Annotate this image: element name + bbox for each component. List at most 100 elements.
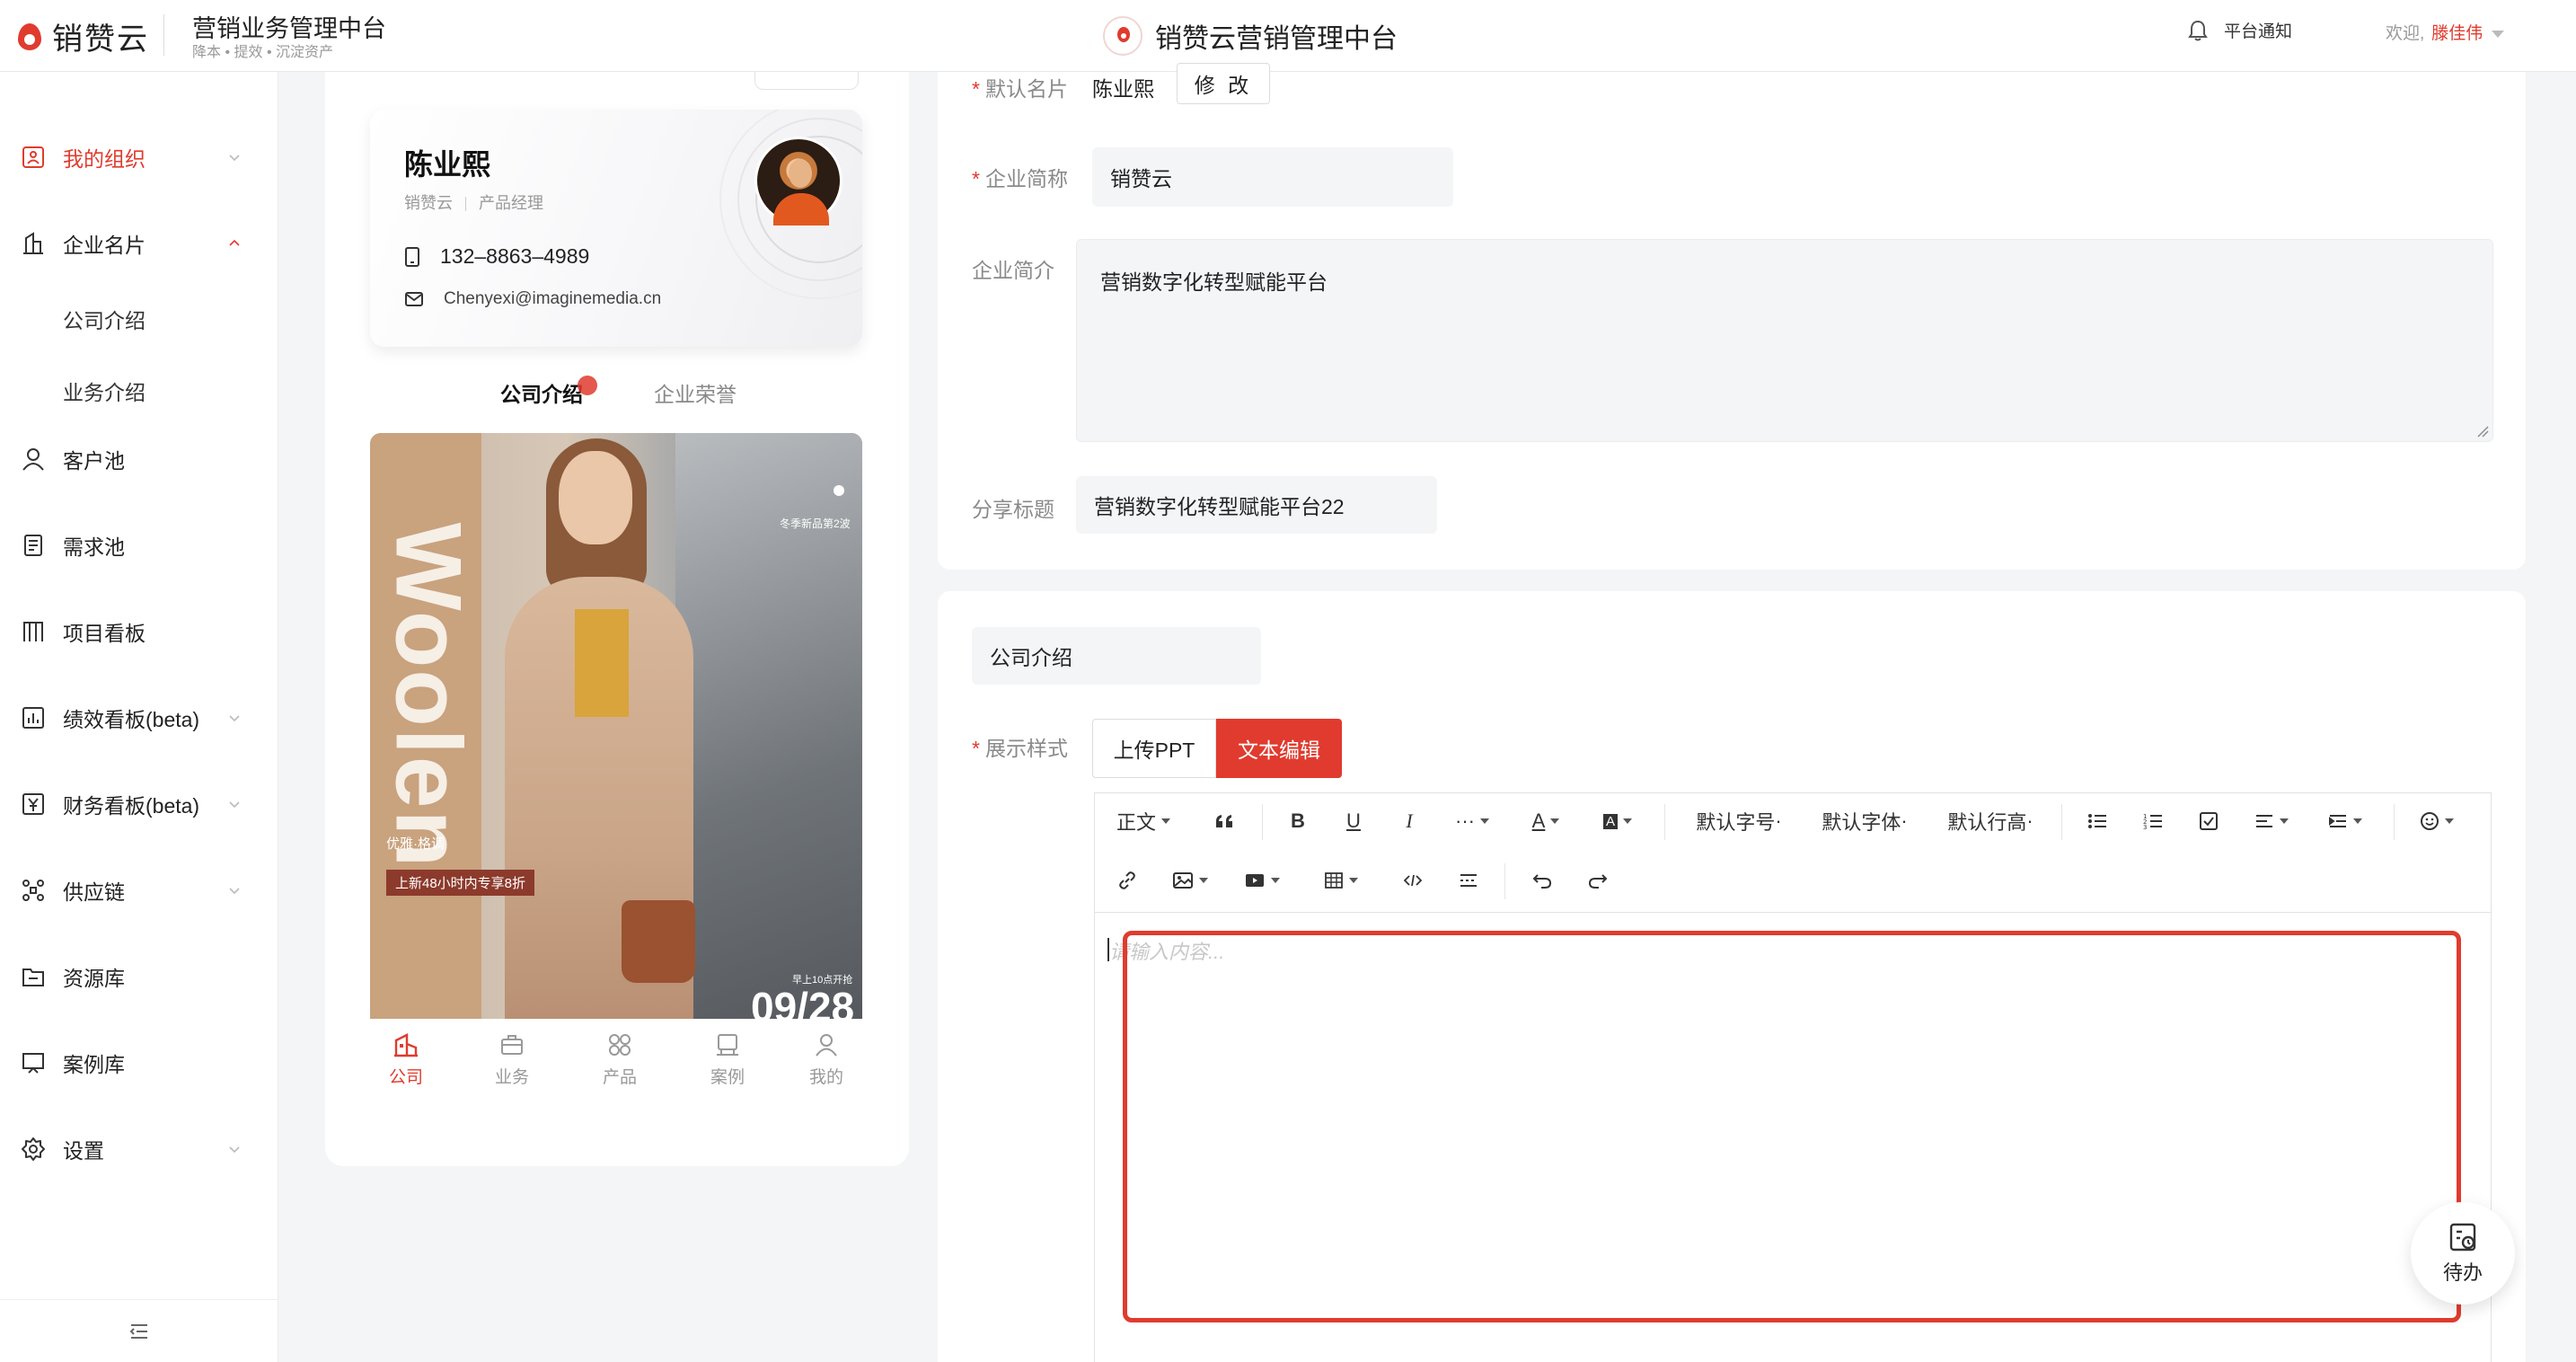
avatar — [754, 137, 842, 226]
tabbar-item-product[interactable]: 产品 — [584, 1031, 656, 1088]
italic-icon[interactable]: I — [1391, 793, 1427, 849]
yen-icon — [18, 789, 49, 819]
case-icon — [717, 1034, 738, 1056]
phone-icon — [405, 246, 419, 267]
sidebar-item-label: 我的组织 — [63, 147, 146, 171]
short-name-label: * 企业简称 — [972, 167, 1068, 190]
modify-default-card-button[interactable]: 修 改 — [1177, 63, 1270, 104]
align-icon[interactable] — [2246, 793, 2297, 849]
link-icon[interactable] — [1107, 853, 1147, 908]
mail-icon — [405, 292, 423, 306]
svg-text:3: 3 — [2143, 824, 2147, 830]
more-format-icon[interactable]: ··· — [1447, 793, 1497, 849]
preview-top-button[interactable] — [754, 72, 859, 90]
bullet-list-icon[interactable] — [2079, 793, 2115, 849]
image-icon[interactable] — [1163, 853, 1217, 908]
org-chart-icon — [18, 142, 49, 172]
sidebar-item-settings[interactable]: 设置 — [0, 1118, 278, 1181]
font-family-select[interactable]: 默认字体 · — [1808, 793, 1921, 849]
quote-icon[interactable] — [1204, 793, 1244, 849]
sidebar-item-resource-library[interactable]: 资源库 — [0, 945, 278, 1008]
emoji-icon[interactable] — [2412, 793, 2462, 849]
sidebar-item-finance-board[interactable]: 财务看板(beta) — [0, 773, 278, 836]
chevron-down-icon — [229, 801, 240, 809]
sidebar-item-label: 供应链 — [63, 880, 125, 904]
brand-badge-icon — [1103, 16, 1142, 56]
redo-icon[interactable] — [1578, 853, 1618, 908]
company-intro-label: 企业简介 — [972, 259, 1054, 282]
divider-icon[interactable] — [1449, 853, 1488, 908]
briefcase-icon — [501, 1035, 523, 1055]
indent-icon[interactable] — [2320, 793, 2370, 849]
resize-handle-icon[interactable] — [2476, 425, 2489, 438]
tabbar-item-company[interactable]: 公司 — [370, 1031, 442, 1088]
tabbar-item-business[interactable]: 业务 — [476, 1031, 548, 1088]
poster-date: 09/28 — [751, 984, 855, 1019]
video-icon[interactable] — [1235, 853, 1289, 908]
building-icon — [18, 228, 49, 259]
tabbar-item-case[interactable]: 案例 — [692, 1031, 763, 1088]
app-logo[interactable]: 销赞云 — [16, 14, 149, 57]
chevron-down-icon — [229, 715, 240, 722]
user-menu[interactable]: 欢迎, 滕佳伟 — [2386, 20, 2505, 44]
code-icon[interactable] — [1393, 853, 1433, 908]
sidebar-item-performance-board[interactable]: 绩效看板(beta) — [0, 686, 278, 749]
table-icon[interactable] — [1314, 853, 1368, 908]
sidebar-item-label: 设置 — [63, 1139, 104, 1163]
sidebar-item-my-org[interactable]: 我的组织 — [0, 126, 278, 189]
folder-icon — [18, 961, 49, 992]
collapse-menu-icon — [129, 1323, 147, 1339]
todo-floating-button[interactable]: 待办 — [2411, 1202, 2515, 1305]
paragraph-style-select[interactable]: 正文 — [1107, 793, 1179, 849]
sidebar-collapse-button[interactable] — [0, 1299, 278, 1362]
person-icon — [816, 1034, 837, 1057]
sidebar-item-demand-pool[interactable]: 需求池 — [0, 514, 278, 577]
card-email: Chenyexi@imaginemedia.cn — [404, 289, 661, 309]
user-name: 滕佳伟 — [2431, 24, 2483, 43]
short-name-input[interactable]: 销赞云 — [1092, 147, 1453, 207]
preview-tab-company-intro[interactable]: 公司介绍 — [500, 376, 597, 408]
underline-icon[interactable]: U — [1336, 793, 1372, 849]
bold-icon[interactable]: B — [1280, 793, 1316, 849]
sidebar-item-label: 资源库 — [63, 967, 125, 990]
sidebar-item-supply-chain[interactable]: 供应链 — [0, 859, 278, 922]
section-title-input[interactable]: 公司介绍 — [972, 627, 1261, 685]
card-name: 陈业熙 — [404, 148, 491, 181]
todo-list-icon[interactable] — [2191, 793, 2227, 849]
sidebar-item-project-board[interactable]: 项目看板 — [0, 600, 278, 663]
todo-icon — [2449, 1223, 2476, 1251]
bar-chart-icon — [18, 703, 49, 733]
chevron-down-icon — [229, 155, 240, 162]
sidebar-item-case-library[interactable]: 案例库 — [0, 1031, 278, 1094]
sidebar-item-customer-pool[interactable]: 客户池 — [0, 428, 278, 491]
font-size-select[interactable]: 默认字号 · — [1682, 793, 1795, 849]
card-phone-text: 132–8863–4989 — [440, 244, 590, 268]
company-intro-textarea[interactable]: 营销数字化转型赋能平台 — [1076, 239, 2493, 442]
share-title-input[interactable]: 营销数字化转型赋能平台22 — [1076, 476, 1437, 534]
preview-tab-honors[interactable]: 企业荣誉 — [654, 377, 737, 408]
undo-icon[interactable] — [1522, 853, 1562, 908]
background-color-icon[interactable]: A — [1592, 793, 1643, 849]
sidebar: 我的组织 企业名片 公司介绍 业务介绍 客户池 需求池 项目看板 绩效看板(be… — [0, 72, 278, 1362]
upload-ppt-option[interactable]: 上传PPT — [1092, 719, 1216, 778]
sidebar-item-label: 财务看板(beta) — [63, 794, 200, 818]
share-title-label: 分享标题 — [972, 498, 1054, 521]
sidebar-item-biz-card[interactable]: 企业名片 — [0, 212, 278, 275]
logo-drop-icon — [16, 18, 43, 54]
todo-label: 待办 — [2442, 1261, 2483, 1284]
platform-notice-button[interactable]: 平台通知 — [2188, 18, 2292, 42]
business-card: 陈业熙 销赞云 产品经理 132–8863–4989 Chenyexi@imagi… — [370, 110, 862, 347]
text-edit-option[interactable]: 文本编辑 — [1216, 719, 1342, 778]
mobile-preview-panel: 陈业熙 销赞云 产品经理 132–8863–4989 Chenyexi@imagi… — [325, 72, 909, 1166]
welcome-label: 欢迎, — [2386, 24, 2425, 43]
chevron-up-icon — [229, 239, 240, 246]
sidebar-subitem-business-intro[interactable]: 业务介绍 — [63, 376, 146, 406]
line-height-select[interactable]: 默认行高 · — [1934, 793, 2047, 849]
numbered-list-icon[interactable]: 123 — [2135, 793, 2171, 849]
poster-brand-word: Woolen — [375, 522, 481, 870]
sidebar-subitem-company-intro[interactable]: 公司介绍 — [63, 304, 146, 334]
tabbar-item-mine[interactable]: 我的 — [790, 1031, 862, 1088]
tabbar-label: 案例 — [710, 1068, 745, 1087]
presentation-icon — [18, 1048, 49, 1078]
font-color-icon[interactable]: A — [1521, 793, 1571, 849]
